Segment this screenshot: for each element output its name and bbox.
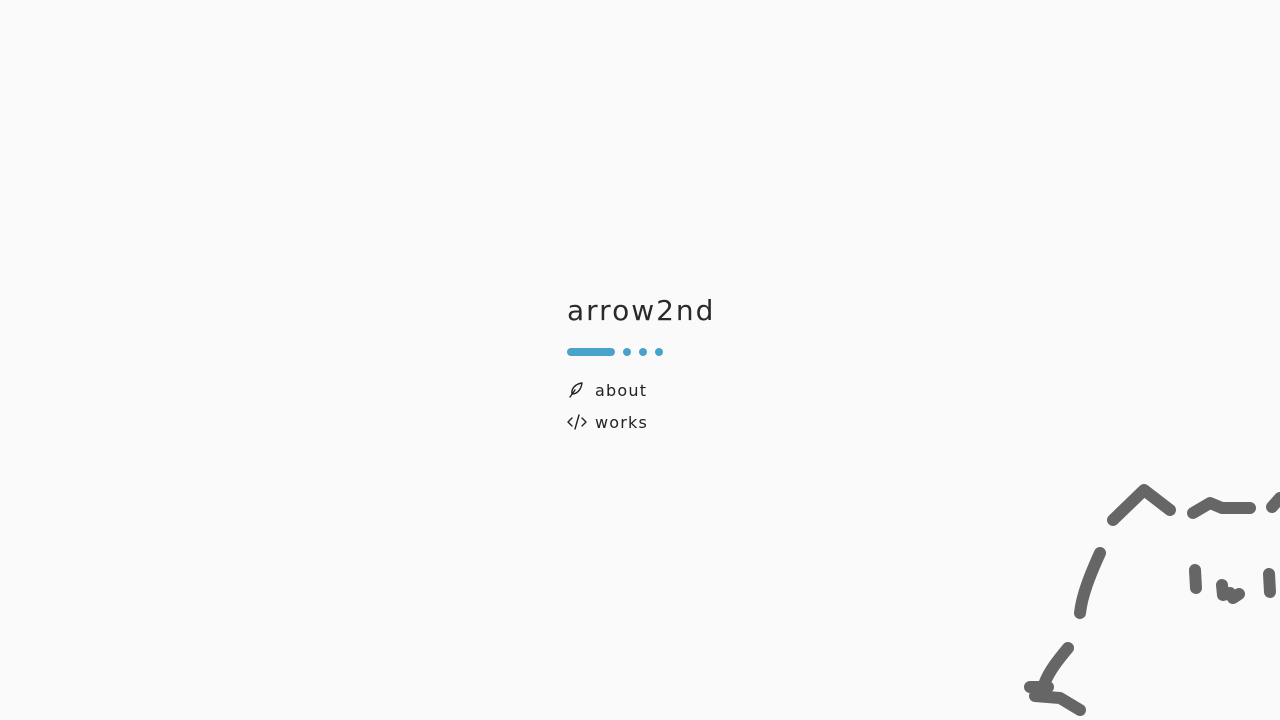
code-icon <box>567 411 589 433</box>
cat-illustration <box>1010 470 1280 720</box>
divider-dot <box>655 348 663 356</box>
site-title: arrow2nd <box>567 294 716 327</box>
nav-link-works[interactable]: works <box>567 406 787 438</box>
nav-link-about[interactable]: about <box>567 374 787 406</box>
profile-block: arrow2nd about works <box>567 294 787 438</box>
feather-icon <box>567 379 589 401</box>
nav-label-works: works <box>595 412 649 432</box>
divider-dot <box>623 348 631 356</box>
nav-label-about: about <box>595 380 648 400</box>
divider-dot <box>639 348 647 356</box>
decorative-divider <box>567 348 667 356</box>
divider-bar <box>567 348 615 356</box>
page: arrow2nd about works <box>0 0 1280 720</box>
main-nav: about works <box>567 374 787 438</box>
